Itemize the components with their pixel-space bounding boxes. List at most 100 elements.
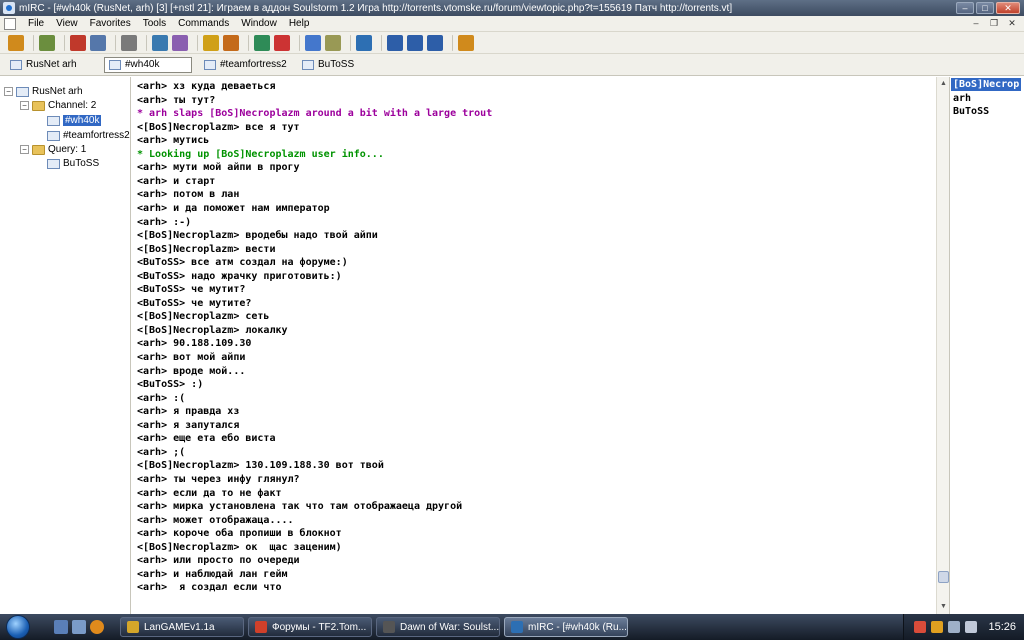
chat-line: <BuToSS> че мутите?	[137, 297, 252, 309]
chat-line: <arh> или просто по очереди	[137, 555, 300, 567]
chat-line: <arh> мути мой айпи в прогу	[137, 162, 300, 174]
cascade-icon[interactable]	[407, 34, 423, 51]
colors-icon[interactable]	[203, 34, 219, 51]
url-list-icon[interactable]	[305, 34, 321, 51]
chat-line: <arh> если да то не факт	[137, 487, 282, 499]
receive-icon[interactable]	[356, 34, 372, 51]
child-close-button[interactable]: ✕	[1004, 18, 1020, 30]
log-icon[interactable]	[325, 34, 341, 51]
chat-line: <arh> хз куда деваеться	[137, 81, 276, 92]
channels-list-icon[interactable]	[121, 34, 137, 51]
dcc-send-icon[interactable]	[223, 34, 239, 51]
tray-volume-icon[interactable]	[965, 621, 978, 633]
tile-icon[interactable]	[387, 34, 403, 51]
menu-view[interactable]: View	[50, 18, 84, 29]
tree-item-butoss[interactable]: BuToSS	[47, 157, 99, 170]
chat-scrollbar[interactable]: ▲ ▼	[936, 77, 949, 614]
chat-log[interactable]: <arh> хз куда деваеться <arh> ты тут? * ar…	[133, 77, 936, 614]
tree-network[interactable]: − RusNet arh	[4, 85, 83, 98]
firefox-quicklaunch-icon[interactable]	[90, 620, 104, 634]
collapse-icon[interactable]: −	[20, 145, 29, 154]
switch-item-butoss[interactable]: BuToSS	[298, 57, 358, 73]
help-icon[interactable]	[458, 34, 474, 51]
tree-group-label: Query: 1	[48, 144, 87, 155]
scroll-up-arrow-icon[interactable]: ▲	[938, 78, 949, 89]
tree-channel-group[interactable]: − Channel: 2	[20, 99, 96, 112]
address-book-icon[interactable]	[90, 34, 106, 51]
taskbar-button[interactable]: Форумы - TF2.Tom...	[248, 617, 372, 637]
switch-windows-icon[interactable]	[72, 620, 86, 634]
chat-line: <[BoS]Necroplazm> ок щас заценим)	[137, 541, 342, 553]
chat-line: <arh> мирка установлена так что там отоб…	[137, 501, 463, 513]
close-button[interactable]: ✕	[996, 2, 1020, 14]
menu-window[interactable]: Window	[235, 18, 283, 29]
chat-line: <arh> ты тут?	[137, 94, 216, 106]
switch-item-network[interactable]: RusNet arh	[6, 57, 102, 73]
chat-line: <arh> я запутался	[137, 419, 240, 431]
chat-line: * Looking up [BoS]Necroplazm user info..…	[137, 148, 384, 160]
taskbar-button[interactable]: Dawn of War: Soulst...	[376, 617, 500, 637]
server-window-icon	[10, 59, 22, 70]
task-app-icon	[511, 621, 523, 633]
timer-icon[interactable]	[172, 34, 188, 51]
tray-mirc-icon[interactable]	[914, 621, 927, 633]
child-window-icon[interactable]	[4, 17, 16, 30]
chat-line: <BuToSS> че мутит?	[137, 284, 246, 296]
scroll-down-arrow-icon[interactable]: ▼	[938, 601, 949, 612]
tree-item-teamfortress2[interactable]: #teamfortress2	[47, 129, 130, 142]
taskbar-button[interactable]: LanGAMEv1.1a	[120, 617, 244, 637]
taskbar-button-label: Форумы - TF2.Tom...	[272, 621, 367, 633]
nick-item[interactable]: arh	[953, 92, 971, 105]
tray-security-icon[interactable]	[931, 621, 944, 633]
chat-line: <arh> вроде мой...	[137, 365, 246, 377]
taskbar-button[interactable]: mIRC - [#wh40k (Ru...	[504, 617, 628, 637]
show-desktop-icon[interactable]	[54, 620, 68, 634]
notify-icon[interactable]	[274, 34, 290, 51]
minimize-button[interactable]: –	[956, 2, 974, 14]
tray-network-icon[interactable]	[948, 621, 961, 633]
child-restore-button[interactable]: ❐	[986, 18, 1002, 30]
menu-help[interactable]: Help	[283, 18, 316, 29]
favorites-icon[interactable]	[70, 34, 86, 51]
nick-list[interactable]: [BoS]Necrop arh BuToSS	[949, 77, 1024, 614]
toolbar-separator	[64, 34, 65, 51]
menu-favorites[interactable]: Favorites	[84, 18, 137, 29]
start-button[interactable]	[0, 614, 38, 640]
toolbar-separator	[248, 34, 249, 51]
tree-item-wh40k[interactable]: #wh40k	[47, 114, 102, 127]
collapse-icon[interactable]: −	[20, 101, 29, 110]
mirc-app-icon[interactable]	[3, 2, 15, 14]
tree-query-group[interactable]: − Query: 1	[20, 143, 86, 156]
task-app-icon	[127, 621, 139, 633]
menu-file[interactable]: File	[22, 18, 50, 29]
query-window-icon	[302, 59, 314, 70]
chat-line: <[BoS]Necroplazm> вродебы надо твой айпи	[137, 230, 378, 242]
nick-item[interactable]: [BoS]Necrop	[951, 78, 1022, 91]
scripts-icon[interactable]	[152, 34, 168, 51]
chat-line: <arh> ;(	[137, 446, 186, 458]
toolbar-separator	[115, 34, 116, 51]
arrange-icon[interactable]	[427, 34, 443, 51]
switch-item-label: BuToSS	[318, 59, 355, 70]
chat-line: <arh> ты через инфу глянул?	[137, 473, 300, 485]
connect-icon[interactable]	[8, 34, 24, 51]
scrollbar-thumb[interactable]	[938, 571, 949, 583]
switch-item-wh40k[interactable]: #wh40k	[104, 56, 192, 73]
chat-line: <BuToSS> надо жрачку приготовить:)	[137, 270, 342, 282]
child-minimize-button[interactable]: –	[968, 18, 984, 30]
options-icon[interactable]	[39, 34, 55, 51]
clock[interactable]: 15:26	[988, 621, 1016, 633]
channel-window-icon	[204, 59, 216, 70]
task-app-icon	[255, 621, 267, 633]
menu-commands[interactable]: Commands	[172, 18, 235, 29]
nick-item[interactable]: BuToSS	[953, 105, 989, 118]
toolbar-separator	[381, 34, 382, 51]
child-window-controls: – ❐ ✕	[968, 18, 1020, 30]
collapse-icon[interactable]: −	[4, 87, 13, 96]
system-tray: 15:26	[903, 614, 1024, 640]
chat-line: <arh> 90.188.109.30	[137, 338, 252, 350]
switch-item-teamfortress2[interactable]: #teamfortress2	[200, 57, 296, 73]
dcc-chat-icon[interactable]	[254, 34, 270, 51]
menu-tools[interactable]: Tools	[137, 18, 172, 29]
maximize-button[interactable]: □	[976, 2, 994, 14]
